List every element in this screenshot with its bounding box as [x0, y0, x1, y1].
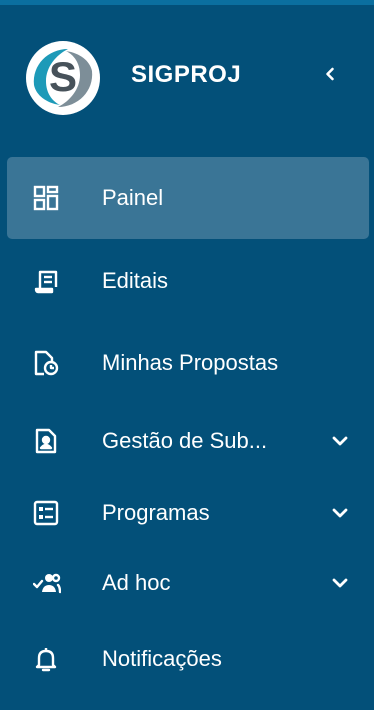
top-strip	[0, 0, 374, 5]
chevron-down-icon[interactable]	[329, 502, 351, 524]
bell-icon	[33, 646, 59, 672]
dashboard-icon	[33, 185, 59, 211]
menu-item-gestao-de-sub[interactable]: Gestão de Sub...	[7, 400, 369, 482]
svg-text:S: S	[49, 53, 77, 100]
menu-item-label: Minhas Propostas	[102, 350, 279, 375]
chevron-down-icon[interactable]	[329, 572, 351, 594]
chevron-left-icon	[326, 67, 334, 81]
app-name: SIGPROJ	[131, 61, 242, 88]
menu-item-label: Painel	[102, 185, 164, 210]
menu-item-label: Gestão de Sub...	[102, 428, 268, 453]
menu-item-minhas-propostas[interactable]: Minhas Propostas	[7, 322, 369, 404]
brand-header: S SIGPROJ	[0, 34, 374, 118]
menu-item-ad-hoc[interactable]: Ad hoc	[7, 542, 369, 624]
group-check-icon	[33, 570, 61, 596]
menu-item-notificacoes[interactable]: Notificações	[7, 618, 369, 700]
menu-item-editais[interactable]: Editais	[7, 240, 369, 322]
app-logo: S	[26, 41, 100, 115]
menu-item-label: Editais	[102, 268, 169, 293]
sidebar: S SIGPROJ Painel Editais Minhas Proposta…	[0, 0, 374, 710]
collapse-sidebar-button[interactable]	[314, 58, 346, 90]
chevron-down-icon[interactable]	[329, 430, 351, 452]
document-clock-icon	[33, 350, 59, 376]
scroll-document-icon	[33, 268, 59, 294]
person-document-icon	[33, 428, 59, 454]
menu-item-label: Ad hoc	[102, 570, 171, 595]
menu-item-label: Notificações	[102, 646, 222, 671]
menu-item-painel[interactable]: Painel	[7, 157, 369, 239]
list-box-icon	[33, 500, 59, 526]
